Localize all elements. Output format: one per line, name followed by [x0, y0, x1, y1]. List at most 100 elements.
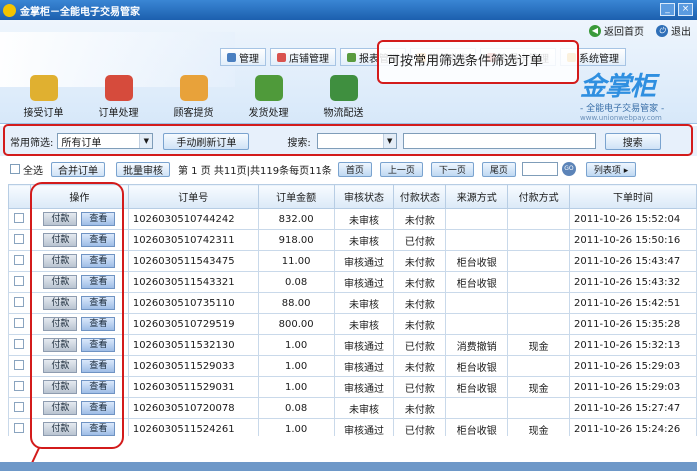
merge-orders-button[interactable]: 合并订单: [51, 161, 105, 177]
batch-audit-button[interactable]: 批量审核: [116, 161, 170, 177]
view-button[interactable]: 查看: [81, 254, 116, 268]
window-controls: _ ×: [660, 3, 693, 16]
list-items-button[interactable]: 列表项 ▸: [585, 161, 637, 177]
view-button[interactable]: 查看: [81, 317, 116, 331]
view-button[interactable]: 查看: [81, 212, 116, 226]
audit-status: 审核通过: [333, 355, 395, 377]
function-icon-3[interactable]: 发货处理: [231, 75, 306, 119]
column-header: 付款状态: [393, 184, 447, 209]
minimize-button[interactable]: _: [660, 3, 675, 16]
order-time: 2011-10-26 15:50:16: [569, 229, 697, 251]
table-row: 付款 查看 1026030511543321 0.08 审核通过 未付款 柜台收银 2011-…: [8, 271, 697, 293]
table-row: 付款 查看 1026030511529033 1.00 审核通过 未付款 柜台收银 2011-…: [8, 355, 697, 377]
pay-button[interactable]: 付款: [43, 317, 78, 331]
source-method: 柜台收银: [445, 250, 509, 272]
refresh-orders-button[interactable]: 手动刷新订单: [163, 132, 250, 150]
row-checkbox-cell: [8, 376, 31, 398]
close-button[interactable]: ×: [678, 3, 693, 16]
payment-status: 未付款: [393, 250, 447, 272]
home-link[interactable]: ◀ 返回首页: [589, 23, 644, 38]
exit-link-label: 退出: [671, 27, 691, 38]
row-checkbox[interactable]: [14, 233, 25, 244]
function-icon-image: [329, 75, 358, 101]
page-number-input[interactable]: [521, 162, 558, 176]
audit-status: 审核通过: [333, 418, 395, 436]
row-checkbox[interactable]: [14, 401, 25, 412]
module-tab-0[interactable]: 管理: [220, 48, 266, 66]
row-checkbox[interactable]: [14, 254, 25, 265]
function-icon-2[interactable]: 顾客提货: [156, 75, 231, 119]
table-row: 付款 查看 1026030511532130 1.00 审核通过 已付款 消费撤销 现金 201…: [8, 334, 697, 356]
row-checkbox[interactable]: [14, 275, 25, 286]
row-checkbox[interactable]: [14, 422, 25, 433]
first-page-button[interactable]: 首页: [337, 161, 372, 177]
row-checkbox[interactable]: [14, 338, 25, 349]
order-amount: 0.08: [257, 271, 335, 293]
order-time: 2011-10-26 15:52:04: [569, 208, 697, 230]
module-tab-icon: [227, 52, 236, 62]
order-amount: 1.00: [257, 334, 335, 356]
payment-method: [507, 229, 570, 251]
prev-page-button[interactable]: 上一页: [379, 161, 423, 177]
order-number: 1026030511529033: [127, 355, 259, 377]
view-button[interactable]: 查看: [81, 338, 116, 352]
view-button[interactable]: 查看: [81, 380, 116, 394]
pay-button[interactable]: 付款: [43, 338, 78, 352]
function-icon-image: [254, 75, 283, 101]
view-button[interactable]: 查看: [81, 401, 116, 415]
last-page-button[interactable]: 尾页: [481, 161, 516, 177]
view-button[interactable]: 查看: [81, 275, 116, 289]
pay-button[interactable]: 付款: [43, 401, 78, 415]
go-button[interactable]: GO: [561, 162, 576, 176]
order-number: 1026030511524261: [127, 418, 259, 436]
view-button[interactable]: 查看: [81, 233, 116, 247]
search-button[interactable]: 搜索: [604, 132, 661, 150]
function-icon-4[interactable]: 物流配送: [306, 75, 381, 119]
view-button[interactable]: 查看: [81, 296, 116, 310]
function-icon-0[interactable]: 接受订单: [6, 75, 81, 119]
row-operations: 付款 查看: [29, 355, 129, 377]
function-icon-1[interactable]: 订单处理: [81, 75, 156, 119]
row-checkbox-cell: [8, 334, 31, 356]
view-button[interactable]: 查看: [81, 359, 116, 373]
module-tab-icon: [277, 52, 286, 62]
select-all-checkbox[interactable]: [10, 164, 20, 174]
row-checkbox[interactable]: [14, 359, 25, 370]
pay-button[interactable]: 付款: [43, 296, 78, 310]
view-button[interactable]: 查看: [81, 422, 116, 436]
pay-button[interactable]: 付款: [43, 422, 78, 436]
next-page-button[interactable]: 下一页: [430, 161, 474, 177]
audit-status: 未审核: [333, 313, 395, 335]
search-field-select[interactable]: ▼: [316, 133, 397, 149]
pay-button[interactable]: 付款: [43, 254, 78, 268]
payment-method: [507, 292, 570, 314]
source-method: 柜台收银: [445, 355, 509, 377]
row-checkbox[interactable]: [14, 317, 25, 328]
brand-url: www.unionwebpay.com: [580, 114, 662, 122]
module-tab-label: 店铺管理: [289, 53, 329, 65]
pay-button[interactable]: 付款: [43, 212, 78, 226]
exit-link[interactable]: ⏻ 退出: [656, 23, 691, 38]
row-checkbox[interactable]: [14, 380, 25, 391]
order-amount: 1.00: [257, 418, 335, 436]
pay-button[interactable]: 付款: [43, 275, 78, 289]
order-number: 1026030511532130: [127, 334, 259, 356]
row-operations: 付款 查看: [29, 376, 129, 398]
row-checkbox[interactable]: [14, 212, 25, 223]
row-checkbox[interactable]: [14, 296, 25, 307]
search-input[interactable]: [402, 133, 596, 149]
source-method: 柜台收银: [445, 376, 509, 398]
audit-status: 审核通过: [333, 376, 395, 398]
payment-method: [507, 250, 570, 272]
payment-status: 未付款: [393, 271, 447, 293]
payment-method: [507, 313, 570, 335]
order-number: 1026030510729519: [127, 313, 259, 335]
pay-button[interactable]: 付款: [43, 359, 78, 373]
pay-button[interactable]: 付款: [43, 380, 78, 394]
pay-button[interactable]: 付款: [43, 233, 78, 247]
module-tab-1[interactable]: 店铺管理: [270, 48, 336, 66]
filter-select[interactable]: 所有订单 ▼: [57, 133, 154, 149]
payment-status: 已付款: [393, 376, 447, 398]
table-row: 付款 查看 1026030510744242 832.00 未审核 未付款 2011-10-…: [8, 208, 697, 230]
function-icon-label: 物流配送: [323, 108, 364, 119]
